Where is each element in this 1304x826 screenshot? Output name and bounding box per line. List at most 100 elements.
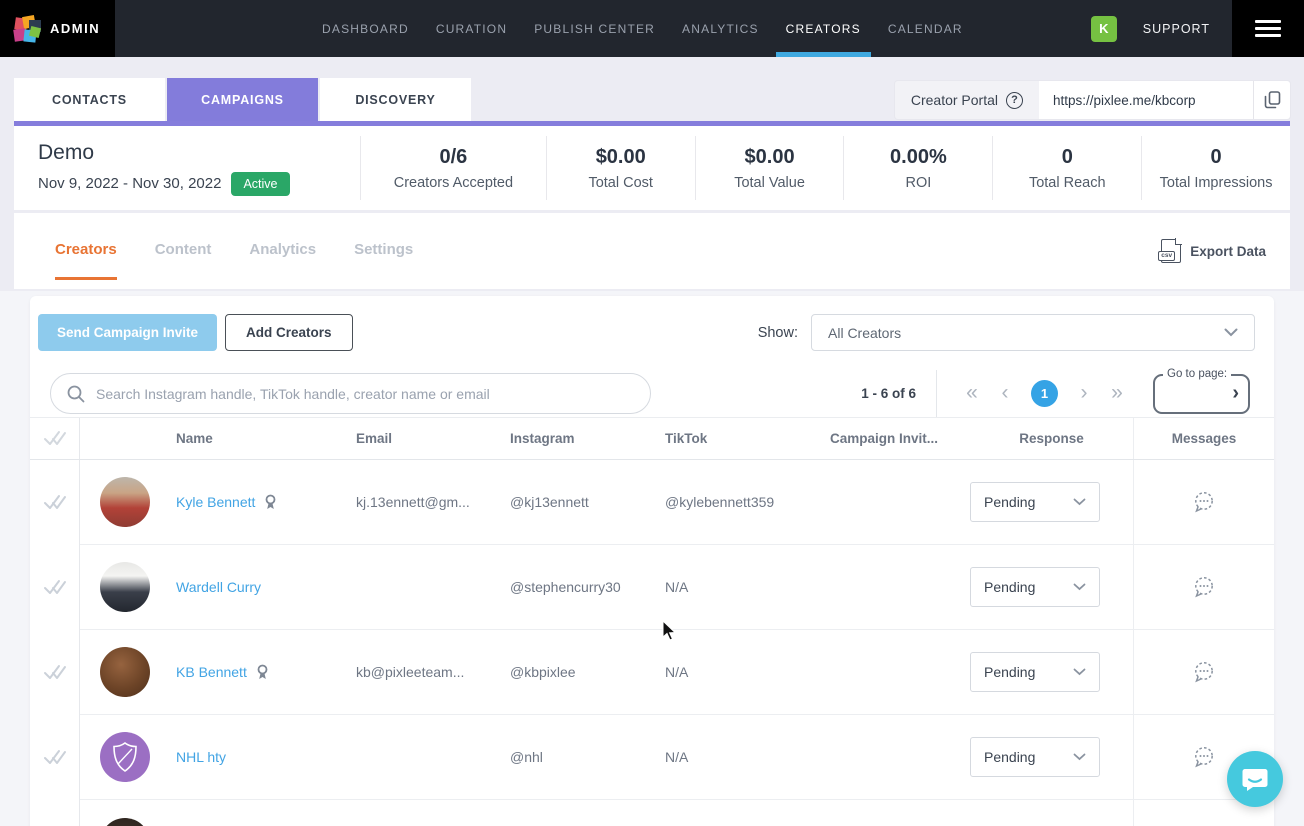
csv-file-icon: csv — [1161, 239, 1181, 263]
first-page-button[interactable]: « — [959, 382, 985, 406]
row-checkbox[interactable] — [30, 800, 80, 826]
current-page-button[interactable]: 1 — [1031, 380, 1058, 407]
creator-name-link[interactable]: Kyle Bennett — [176, 494, 255, 510]
top-nav: ADMIN DASHBOARD CURATION PUBLISH CENTER … — [0, 0, 1304, 57]
stat-label: Total Cost — [588, 175, 652, 191]
stat-roi: 0.00% ROI — [843, 136, 992, 200]
show-filter-label: Show: — [758, 325, 798, 341]
support-link[interactable]: SUPPORT — [1143, 22, 1210, 36]
double-check-icon — [43, 494, 67, 512]
row-checkbox[interactable] — [30, 715, 80, 800]
creator-campaign-invite — [830, 715, 970, 800]
pagination: « ‹ 1 › » Go to page: › — [936, 370, 1250, 417]
message-button[interactable] — [1192, 746, 1216, 768]
chevron-down-icon — [1073, 668, 1086, 676]
stat-total-value: $0.00 Total Value — [695, 136, 844, 200]
hamburger-menu-button[interactable] — [1232, 0, 1304, 57]
creator-tiktok: N/A — [665, 715, 830, 800]
creator-badge-icon — [264, 494, 277, 511]
creator-instagram: @kj13ennett — [510, 460, 665, 545]
creator-campaign-invite — [830, 460, 970, 545]
last-page-button[interactable]: » — [1104, 382, 1130, 406]
creator-portal-group: Creator Portal ? https://pixlee.me/kbcor… — [895, 81, 1290, 119]
avatar — [100, 732, 150, 782]
nav-item-creators[interactable]: CREATORS — [786, 0, 861, 57]
chat-bubble-icon — [1192, 746, 1216, 768]
message-button[interactable] — [1192, 576, 1216, 598]
send-campaign-invite-button[interactable]: Send Campaign Invite — [38, 314, 217, 351]
stat-total-impressions: 0 Total Impressions — [1141, 136, 1290, 200]
stat-value: $0.00 — [745, 146, 795, 169]
creator-name-link[interactable]: Wardell Curry — [176, 579, 261, 595]
response-select[interactable]: Pending — [970, 737, 1100, 777]
goto-page-arrow-button[interactable]: › — [1232, 383, 1239, 403]
tab-contacts[interactable]: CONTACTS — [14, 78, 165, 121]
creator-portal-text: Creator Portal — [911, 92, 998, 108]
add-creators-button[interactable]: Add Creators — [225, 314, 353, 351]
creator-name-link[interactable]: KB Bennett — [176, 664, 247, 680]
creator-tiktok: N/A — [665, 545, 830, 630]
creator-email — [356, 545, 510, 630]
chat-bubble-icon — [1192, 576, 1216, 598]
select-all-checkbox[interactable] — [30, 418, 80, 459]
creator-tiktok: N/A — [665, 630, 830, 715]
show-filter-select[interactable]: All Creators — [811, 314, 1255, 351]
tab-content[interactable]: Content — [155, 241, 212, 262]
double-check-icon — [43, 579, 67, 597]
stat-value: 0 — [1211, 146, 1222, 169]
creator-campaign-invite — [830, 630, 970, 715]
nav-item-dashboard[interactable]: DASHBOARD — [322, 0, 409, 57]
export-data-button[interactable]: csv Export Data — [1161, 239, 1266, 263]
tab-campaigns[interactable]: CAMPAIGNS — [167, 78, 318, 121]
creator-email: kj.13ennett@gm... — [356, 460, 510, 545]
message-button[interactable] — [1192, 661, 1216, 683]
help-icon[interactable]: ? — [1006, 92, 1023, 109]
results-range: 1 - 6 of 6 — [861, 386, 936, 401]
stat-total-cost: $0.00 Total Cost — [546, 136, 695, 200]
response-select[interactable]: Pending — [970, 482, 1100, 522]
tab-settings[interactable]: Settings — [354, 241, 413, 262]
row-checkbox[interactable] — [30, 460, 80, 545]
goto-page-input[interactable] — [1161, 382, 1221, 408]
chat-launcher-button[interactable] — [1227, 751, 1283, 807]
nav-item-calendar[interactable]: CALENDAR — [888, 0, 963, 57]
table-row: Kyle Bennett kj.13ennett@gm... @kj13enne… — [30, 460, 1274, 545]
csv-tag: csv — [1158, 251, 1175, 261]
row-checkbox[interactable] — [30, 630, 80, 715]
export-data-label: Export Data — [1190, 244, 1266, 259]
brand-title: ADMIN — [50, 21, 100, 36]
creators-panel: Send Campaign Invite Add Creators Show: … — [30, 296, 1274, 826]
nav-item-publish-center[interactable]: PUBLISH CENTER — [534, 0, 655, 57]
search-box — [50, 373, 651, 414]
response-select[interactable]: Pending — [970, 567, 1100, 607]
tab-creators[interactable]: Creators — [55, 241, 117, 262]
creator-portal-url[interactable]: https://pixlee.me/kbcorp — [1039, 81, 1253, 119]
user-avatar[interactable]: K — [1091, 16, 1117, 42]
message-button[interactable] — [1192, 491, 1216, 513]
prev-page-button[interactable]: ‹ — [992, 382, 1018, 406]
table-row: NHL hty @nhl N/A Pending — [30, 715, 1274, 800]
brand-block: ADMIN — [0, 0, 115, 57]
goto-page-field: Go to page: › — [1153, 374, 1250, 414]
nav-item-analytics[interactable]: ANALYTICS — [682, 0, 759, 57]
tab-discovery[interactable]: DISCOVERY — [320, 78, 471, 121]
next-page-button[interactable]: › — [1071, 382, 1097, 406]
chevron-down-icon — [1224, 328, 1238, 337]
creator-portal-label: Creator Portal ? — [895, 81, 1039, 119]
avatar — [100, 647, 150, 697]
copy-url-button[interactable] — [1253, 81, 1290, 119]
row-checkbox[interactable] — [30, 545, 80, 630]
creator-name-link[interactable]: NHL hty — [176, 749, 226, 765]
chevron-down-icon — [1073, 498, 1086, 506]
creator-instagram: @nhl — [510, 715, 665, 800]
nav-item-curation[interactable]: CURATION — [436, 0, 507, 57]
status-badge: Active — [231, 172, 289, 196]
double-check-icon — [43, 664, 67, 682]
search-input[interactable] — [96, 386, 634, 402]
nav-links: DASHBOARD CURATION PUBLISH CENTER ANALYT… — [322, 0, 963, 57]
campaign-dates: Nov 9, 2022 - Nov 30, 2022 — [38, 175, 221, 192]
tab-analytics[interactable]: Analytics — [249, 241, 316, 262]
campaign-name: Demo — [38, 141, 360, 165]
creator-instagram: @stephencurry30 — [510, 545, 665, 630]
response-select[interactable]: Pending — [970, 652, 1100, 692]
